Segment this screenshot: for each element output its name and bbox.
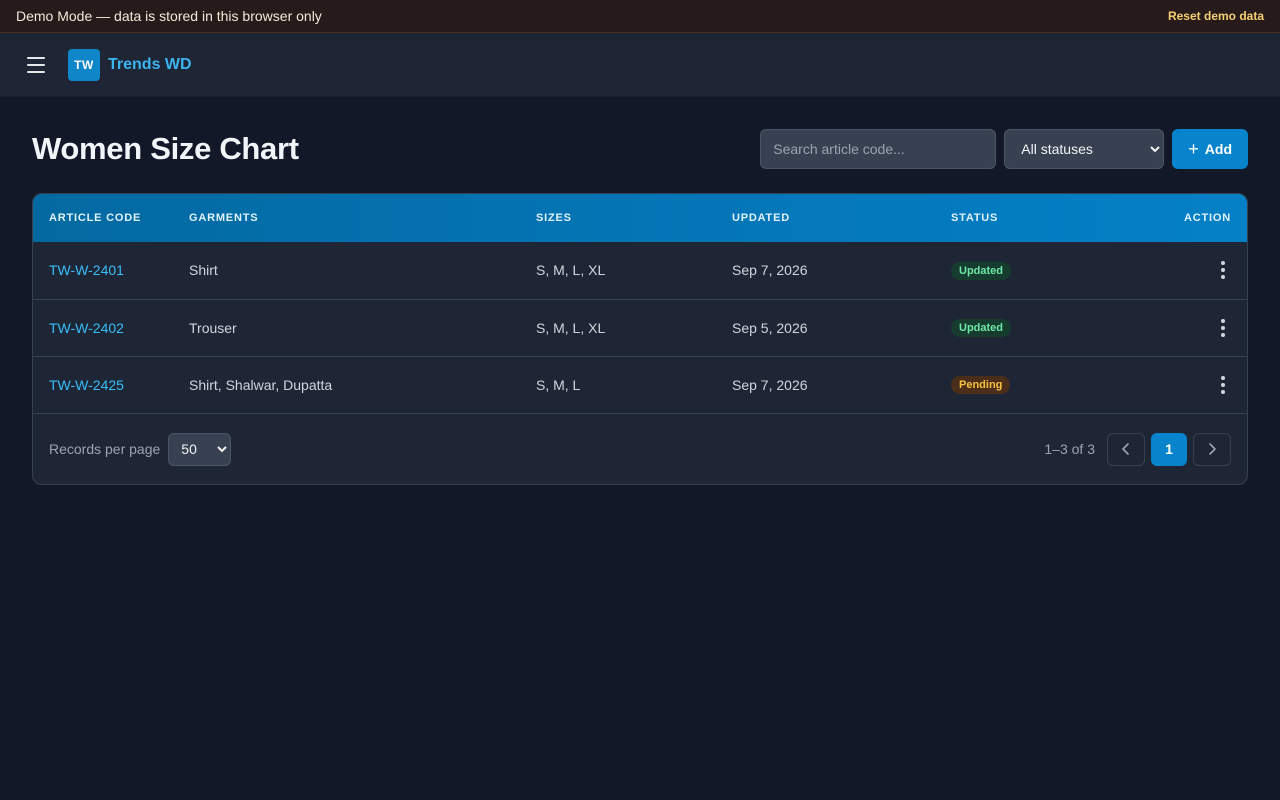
- table-row[interactable]: TW-W-2401 Shirt S, M, L, XL Sep 7, 2026 …: [33, 242, 1247, 299]
- add-button[interactable]: + Add: [1172, 129, 1248, 169]
- prev-page-button[interactable]: [1107, 432, 1145, 466]
- pagination: 1–3 of 3 1: [1044, 432, 1231, 466]
- page-controls: All statuses + Add: [760, 129, 1248, 169]
- column-header-action: Action: [1184, 212, 1231, 224]
- more-actions-icon[interactable]: [1211, 258, 1235, 282]
- article-code-link[interactable]: TW-W-2401: [49, 262, 124, 278]
- page-1-button[interactable]: 1: [1151, 432, 1187, 466]
- chevron-right-icon: [1209, 443, 1216, 455]
- table-header-row: Article Code Garments Sizes Updated Stat…: [33, 194, 1247, 242]
- pagination-range-text: 1–3 of 3: [1044, 441, 1095, 457]
- next-page-button[interactable]: [1193, 432, 1231, 466]
- sizes-cell: S, M, L: [520, 355, 716, 413]
- demo-banner-text: Demo Mode — data is stored in this brows…: [16, 8, 322, 24]
- chevron-left-icon: [1122, 443, 1129, 455]
- records-per-page: Records per page 50: [49, 432, 232, 466]
- status-badge: Updated: [951, 319, 1011, 337]
- column-header-sizes[interactable]: Sizes: [520, 194, 716, 242]
- brand-logo[interactable]: TW: [68, 48, 100, 81]
- column-header-article-code[interactable]: Article Code: [33, 194, 173, 242]
- page-title: Women Size Chart: [32, 131, 299, 166]
- demo-banner: Demo Mode — data is stored in this brows…: [0, 0, 1280, 33]
- article-code-link[interactable]: TW-W-2402: [49, 320, 124, 336]
- status-badge: Pending: [951, 376, 1011, 395]
- page-header: Women Size Chart All statuses + Add: [32, 129, 1248, 169]
- add-button-label: Add: [1204, 141, 1232, 157]
- records-per-page-select[interactable]: 50: [168, 432, 232, 466]
- size-chart-table: Article Code Garments Sizes Updated Stat…: [33, 194, 1247, 413]
- plus-icon: +: [1188, 139, 1199, 159]
- column-header-updated[interactable]: Updated: [716, 194, 935, 242]
- hamburger-menu-icon[interactable]: [24, 53, 48, 77]
- column-header-garments[interactable]: Garments: [173, 194, 520, 242]
- search-input[interactable]: [760, 129, 997, 169]
- updated-cell: Sep 7, 2026: [732, 262, 808, 279]
- more-actions-icon[interactable]: [1211, 373, 1235, 397]
- reset-demo-data-button[interactable]: Reset demo data: [1168, 9, 1264, 23]
- updated-cell: Sep 7, 2026: [716, 355, 935, 413]
- main-content: Women Size Chart All statuses + Add Arti…: [0, 97, 1280, 485]
- table-row[interactable]: TW-W-2402 Trouser S, M, L, XL Sep 5, 202…: [33, 298, 1247, 356]
- top-navbar: TW Trends WD: [0, 33, 1280, 97]
- garments-cell: Shirt: [189, 262, 218, 279]
- brand-name[interactable]: Trends WD: [108, 56, 192, 74]
- sizes-cell: S, M, L, XL: [536, 262, 606, 279]
- column-header-status[interactable]: Status: [935, 194, 1121, 242]
- records-per-page-label: Records per page: [49, 441, 161, 457]
- updated-cell: Sep 5, 2026: [716, 298, 935, 356]
- more-actions-icon[interactable]: [1211, 316, 1235, 340]
- sizes-cell: S, M, L, XL: [520, 298, 716, 356]
- garments-cell: Shirt, Shalwar, Dupatta: [173, 355, 520, 413]
- table-row[interactable]: TW-W-2425 Shirt, Shalwar, Dupatta S, M, …: [33, 355, 1247, 413]
- size-chart-table-card: Article Code Garments Sizes Updated Stat…: [32, 193, 1248, 485]
- status-badge: Updated: [951, 261, 1011, 280]
- status-filter-select[interactable]: All statuses: [1004, 129, 1165, 169]
- garments-cell: Trouser: [173, 298, 520, 356]
- table-footer: Records per page 50 1–3 of 3 1: [33, 413, 1247, 484]
- article-code-link[interactable]: TW-W-2425: [49, 377, 124, 393]
